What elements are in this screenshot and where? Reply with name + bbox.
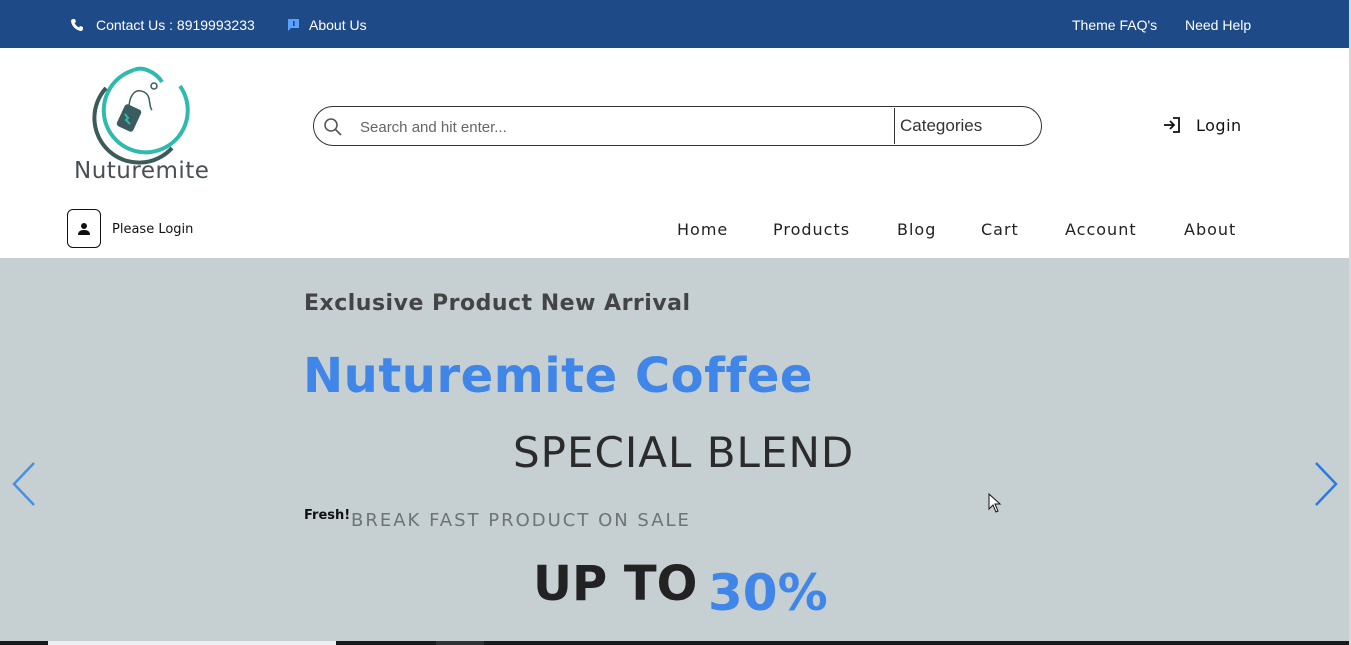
need-help-text: Need Help [1185,17,1252,33]
brand-name[interactable]: Nuturemite [74,158,209,184]
search-icon[interactable] [323,117,343,137]
page-bottom-strip [0,641,1351,645]
user-icon [78,222,90,235]
nav-account[interactable]: Account [1065,220,1137,239]
info-flag-icon [288,19,299,31]
theme-faq-link[interactable]: Theme FAQ's [1072,17,1157,33]
nav-home[interactable]: Home [677,220,728,239]
contact-link[interactable]: Contact Us : 8919993233 [70,17,255,33]
nav-about[interactable]: About [1184,220,1236,239]
search-divider [894,108,895,144]
contact-text: Contact Us : 8919993233 [96,17,255,33]
hero-slider: Exclusive Product New Arrival Nuturemite… [0,258,1351,642]
about-link[interactable]: About Us [287,17,367,33]
hero-discount-percent: 30% [708,564,828,622]
hero-subheadline: SPECIAL BLEND [513,428,855,477]
search-bar: Categories [313,106,1042,146]
nav-blog[interactable]: Blog [897,220,936,239]
nav-products[interactable]: Products [773,220,850,239]
hero-eyebrow: Exclusive Product New Arrival [304,291,691,316]
need-help-link[interactable]: Need Help [1185,17,1251,33]
user-account-button[interactable] [67,209,101,248]
phone-icon [71,19,83,31]
categories-select[interactable]: Categories [900,116,982,136]
hero-upto-text: UP TO [533,556,698,612]
search-input[interactable] [360,116,880,138]
hero-sale-text: BREAK FAST PRODUCT ON SALE [351,510,691,531]
login-button[interactable]: Login [1162,115,1242,135]
about-text: About Us [309,17,367,33]
hero-headline: Nuturemite Coffee [303,348,813,404]
theme-faq-text: Theme FAQ's [1072,17,1158,33]
slider-thumbnail[interactable] [436,641,484,645]
slider-prev-arrow-icon[interactable] [10,460,40,508]
slider-next-arrow-icon[interactable] [1311,460,1341,508]
login-label: Login [1196,115,1242,135]
top-bar: Contact Us : 8919993233 About Us Theme F… [0,0,1351,48]
mouse-cursor-icon [988,493,1002,513]
nav-cart[interactable]: Cart [981,220,1019,239]
please-login-text[interactable]: Please Login [112,222,193,237]
slider-thumbnail-active[interactable] [48,641,336,645]
login-icon [1164,117,1180,133]
hero-fresh-label: Fresh! [304,508,351,523]
